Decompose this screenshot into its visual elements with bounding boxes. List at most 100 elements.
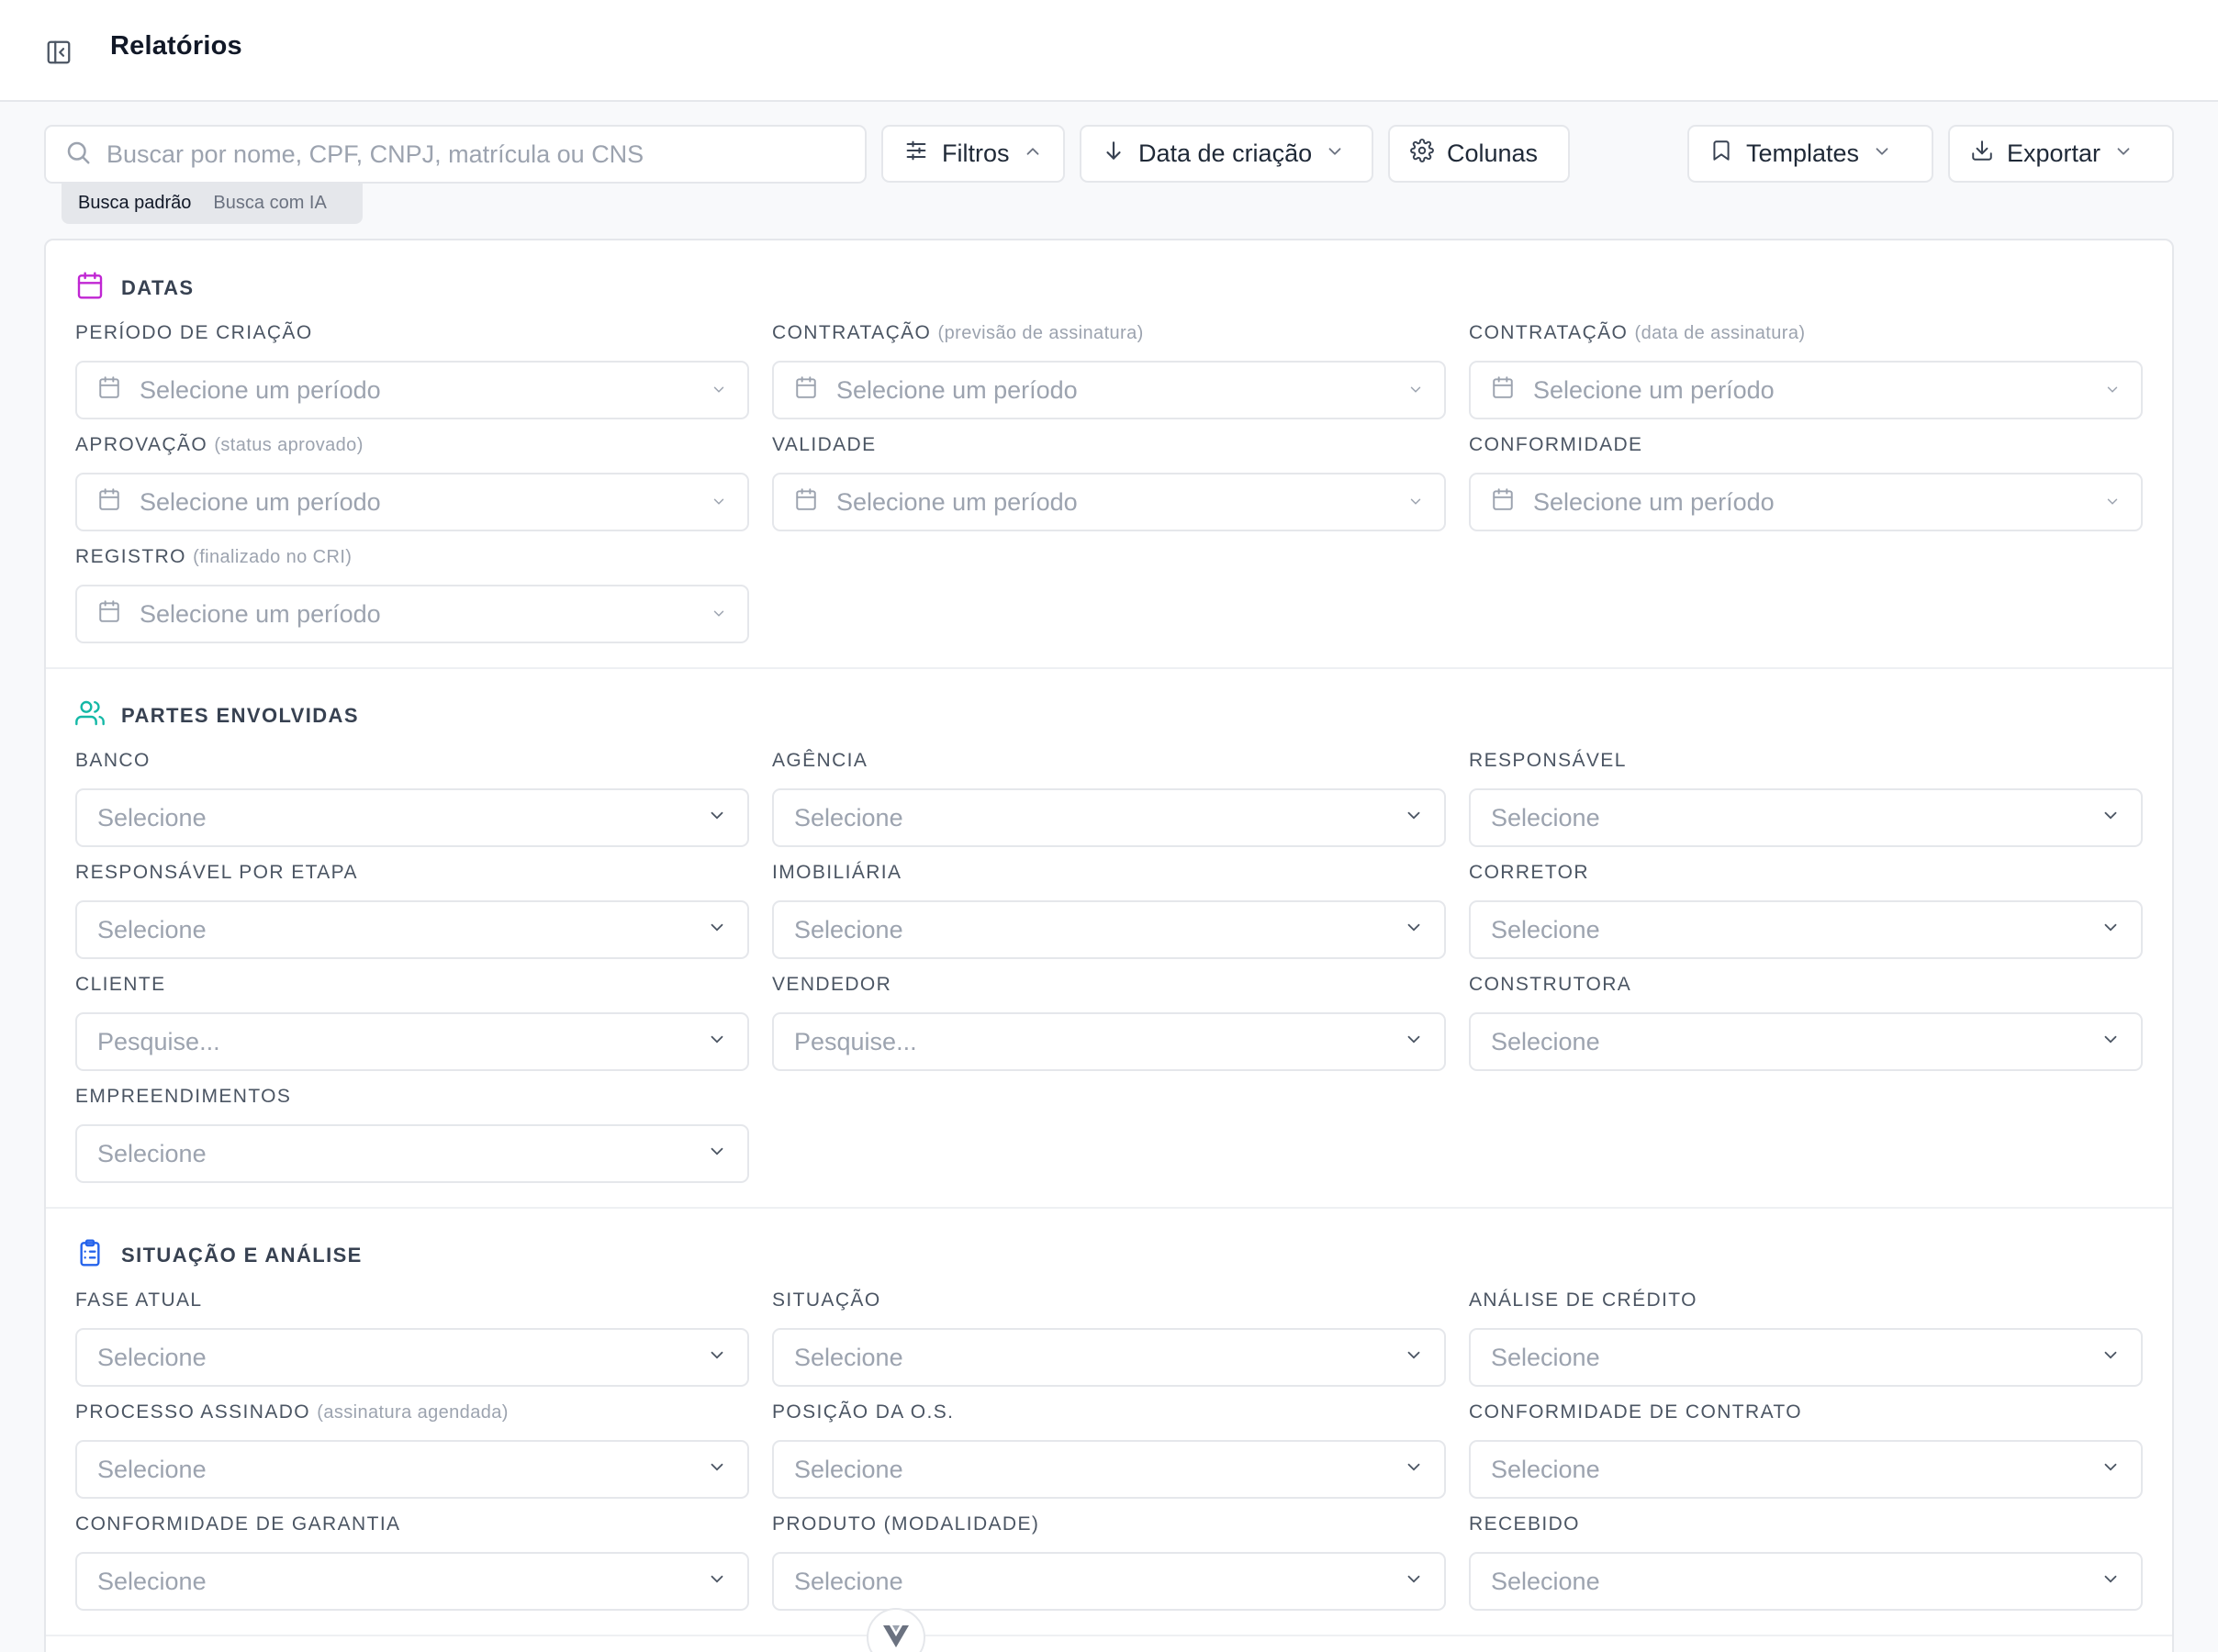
- chevron-down-icon: [1407, 488, 1424, 517]
- select-placeholder: Selecione um período: [836, 375, 1078, 404]
- section-header-dates: DATAS: [75, 271, 195, 306]
- download-icon: [1970, 139, 1994, 169]
- sidebar-toggle-icon[interactable]: [44, 38, 73, 67]
- select-placeholder: Pesquise...: [794, 1027, 917, 1055]
- field-label: POSIÇÃO DA O.S.: [772, 1401, 955, 1423]
- field-bank: BANCO Selecione: [75, 750, 749, 847]
- field-client: CLIENTE Pesquise...: [75, 974, 749, 1071]
- select-placeholder: Selecione: [97, 915, 207, 943]
- calendar-icon: [1491, 487, 1515, 518]
- select-placeholder: Selecione: [97, 1343, 207, 1371]
- field-label: PERÍODO DE CRIAÇÃO: [75, 322, 313, 343]
- client-search-select[interactable]: Pesquise...: [75, 1012, 749, 1071]
- os-position-select[interactable]: Selecione: [772, 1440, 1446, 1499]
- section-divider: [46, 667, 2172, 669]
- field-received: RECEBIDO Selecione: [1469, 1513, 2143, 1611]
- calendar-icon: [97, 487, 121, 518]
- chevron-down-icon: [2100, 916, 2121, 944]
- search-mode-standard[interactable]: Busca padrão: [78, 193, 191, 214]
- current-phase-select[interactable]: Selecione: [75, 1328, 749, 1387]
- contract-compliance-select[interactable]: Selecione: [1469, 1440, 2143, 1499]
- calendar-icon: [1491, 375, 1515, 406]
- select-placeholder: Selecione: [1491, 1567, 1600, 1595]
- field-signed-process: PROCESSO ASSINADO (assinatura agendada) …: [75, 1401, 749, 1499]
- search-box[interactable]: [44, 125, 867, 184]
- real-estate-select[interactable]: Selecione: [772, 900, 1446, 959]
- period-select[interactable]: Selecione um período: [1469, 473, 2143, 531]
- field-creation-period: PERÍODO DE CRIAÇÃO Selecione um período: [75, 322, 749, 419]
- field-broker: CORRETOR Selecione: [1469, 862, 2143, 959]
- select-placeholder: Selecione um período: [140, 487, 381, 516]
- field-label: VENDEDOR: [772, 974, 892, 995]
- export-button[interactable]: Exportar: [1948, 125, 2174, 183]
- columns-button[interactable]: Colunas: [1388, 125, 1570, 183]
- guarantee-compliance-select[interactable]: Selecione: [75, 1552, 749, 1611]
- select-placeholder: Selecione: [97, 803, 207, 832]
- chevron-down-icon: [711, 600, 727, 629]
- search-input[interactable]: [106, 140, 841, 169]
- period-select[interactable]: Selecione um período: [772, 361, 1446, 419]
- builder-select[interactable]: Selecione: [1469, 1012, 2143, 1071]
- field-label: CONFORMIDADE DE CONTRATO: [1469, 1401, 1802, 1423]
- field-situation: SITUAÇÃO Selecione: [772, 1289, 1446, 1387]
- field-label: RESPONSÁVEL: [1469, 750, 1627, 771]
- field-label: ANÁLISE DE CRÉDITO: [1469, 1289, 1697, 1311]
- gear-icon: [1410, 139, 1434, 169]
- chevron-down-icon: [2100, 1028, 2121, 1056]
- section-title-status: SITUAÇÃO E ANÁLISE: [121, 1244, 363, 1267]
- calendar-icon: [794, 487, 818, 518]
- period-select[interactable]: Selecione um período: [75, 473, 749, 531]
- field-product: PRODUTO (MODALIDADE) Selecione: [772, 1513, 1446, 1611]
- field-real-estate: IMOBILIÁRIA Selecione: [772, 862, 1446, 959]
- period-select[interactable]: Selecione um período: [1469, 361, 2143, 419]
- situation-select[interactable]: Selecione: [772, 1328, 1446, 1387]
- select-placeholder: Pesquise...: [97, 1027, 220, 1055]
- select-placeholder: Selecione: [794, 1343, 903, 1371]
- broker-select[interactable]: Selecione: [1469, 900, 2143, 959]
- field-label: RECEBIDO: [1469, 1513, 1580, 1535]
- chevron-down-icon: [1407, 376, 1424, 405]
- period-select[interactable]: Selecione um período: [75, 585, 749, 643]
- filters-button[interactable]: Filtros: [881, 125, 1065, 183]
- select-placeholder: Selecione: [97, 1455, 207, 1483]
- developments-select[interactable]: Selecione: [75, 1124, 749, 1183]
- seller-search-select[interactable]: Pesquise...: [772, 1012, 1446, 1071]
- chevron-down-icon: [2100, 1456, 2121, 1484]
- sort-button[interactable]: Data de criação: [1080, 125, 1373, 183]
- received-select[interactable]: Selecione: [1469, 1552, 2143, 1611]
- chevron-down-icon: [1872, 140, 1892, 168]
- select-placeholder: Selecione: [794, 915, 903, 943]
- bank-select[interactable]: Selecione: [75, 788, 749, 847]
- chevron-down-icon: [2100, 1344, 2121, 1372]
- select-placeholder: Selecione: [794, 1567, 903, 1595]
- field-label: PROCESSO ASSINADO (assinatura agendada): [75, 1401, 509, 1423]
- templates-button[interactable]: Templates: [1687, 125, 1933, 183]
- chevron-down-icon: [1404, 804, 1424, 832]
- chevron-down-icon: [2113, 140, 2134, 168]
- columns-label: Colunas: [1447, 140, 1539, 167]
- chevron-down-icon: [2100, 1568, 2121, 1596]
- arrow-down-icon: [1102, 139, 1126, 169]
- chevron-down-icon: [711, 488, 727, 517]
- signed-process-select[interactable]: Selecione: [75, 1440, 749, 1499]
- product-select[interactable]: Selecione: [772, 1552, 1446, 1611]
- field-builder: CONSTRUTORA Selecione: [1469, 974, 2143, 1071]
- field-seller: VENDEDOR Pesquise...: [772, 974, 1446, 1071]
- chevron-down-icon: [2104, 488, 2121, 517]
- section-header-status: SITUAÇÃO E ANÁLISE: [75, 1238, 363, 1273]
- period-select[interactable]: Selecione um período: [772, 473, 1446, 531]
- field-validity: VALIDADE Selecione um período: [772, 434, 1446, 531]
- select-placeholder: Selecione um período: [1533, 375, 1775, 404]
- select-placeholder: Selecione: [97, 1139, 207, 1167]
- field-label: IMOBILIÁRIA: [772, 862, 902, 883]
- chevron-down-icon: [1404, 916, 1424, 944]
- select-placeholder: Selecione: [1491, 1343, 1600, 1371]
- credit-analysis-select[interactable]: Selecione: [1469, 1328, 2143, 1387]
- vue-logo-icon: [882, 1624, 910, 1652]
- step-responsible-select[interactable]: Selecione: [75, 900, 749, 959]
- search-mode-ai[interactable]: Busca com IA: [213, 193, 326, 214]
- responsible-select[interactable]: Selecione: [1469, 788, 2143, 847]
- search-mode-switch: Busca padrão Busca com IA: [62, 183, 363, 224]
- agency-select[interactable]: Selecione: [772, 788, 1446, 847]
- period-select[interactable]: Selecione um período: [75, 361, 749, 419]
